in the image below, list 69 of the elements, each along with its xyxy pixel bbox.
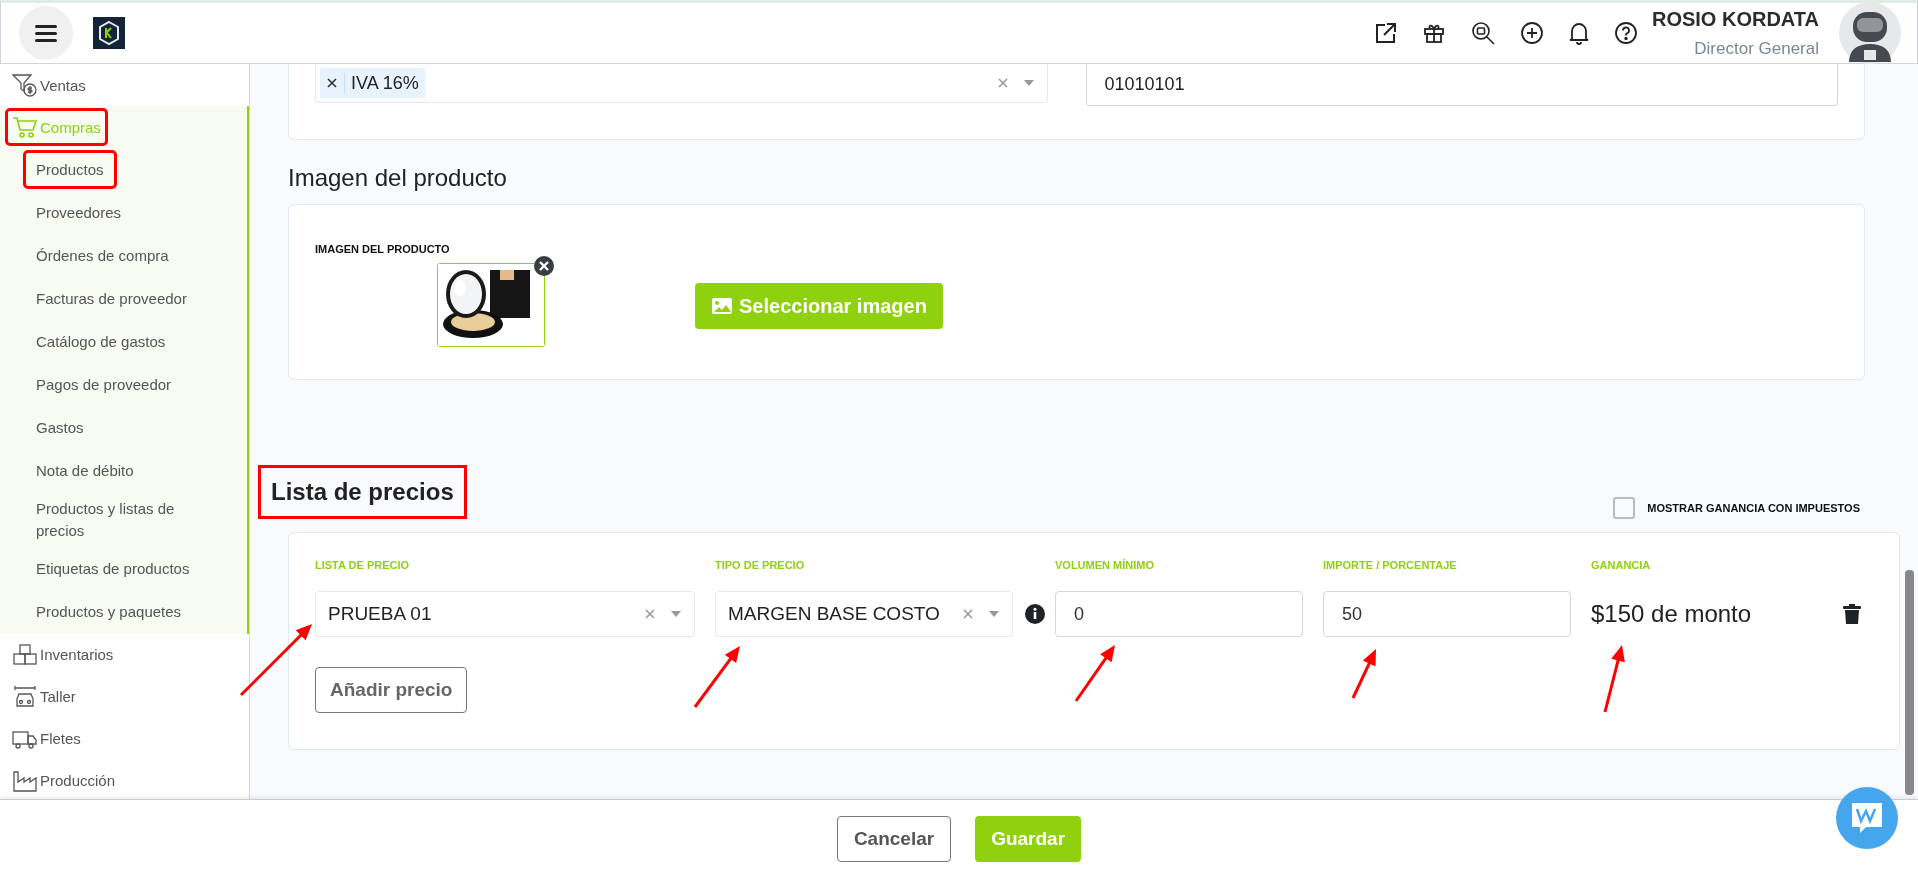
profit-value: $150 de monto: [1591, 600, 1752, 628]
tax-select[interactable]: IVA 16%: [315, 64, 1048, 103]
annotation-arrow: [1603, 645, 1625, 713]
sidebar-subitem[interactable]: Catálogo de gastos: [26, 324, 176, 359]
menu-icon: [35, 24, 57, 42]
info-icon[interactable]: [1025, 604, 1045, 624]
column-label: TIPO DE PRECIO: [715, 559, 806, 571]
sidebar-subitem[interactable]: Nota de débito: [26, 453, 144, 488]
caret-icon[interactable]: [670, 610, 682, 618]
sidebar-subitem[interactable]: Proveedores: [26, 195, 132, 230]
add-price-button[interactable]: Añadir precio: [315, 667, 468, 713]
column-label: GANANCIA: [1591, 559, 1652, 571]
caret-icon[interactable]: [1022, 79, 1035, 87]
sidebar-item[interactable]: Fletes: [8, 722, 85, 755]
chat-icon[interactable]: [1836, 787, 1898, 849]
sidebar-item[interactable]: Inventarios: [8, 638, 118, 671]
image-label: IMAGEN DEL PRODUCTO: [315, 243, 451, 255]
logo-icon[interactable]: [93, 17, 125, 49]
section-title: Lista de precios: [258, 465, 467, 519]
search-icon[interactable]: [1469, 20, 1496, 46]
column-label: IMPORTE / PORCENTAJE: [1323, 559, 1458, 571]
annotation-arrow: [1351, 649, 1376, 699]
image-icon: [711, 297, 733, 315]
sidebar-subitem[interactable]: Facturas de proveedor: [26, 281, 197, 316]
clear-icon[interactable]: [996, 77, 1009, 89]
menu-button[interactable]: [19, 6, 73, 60]
boxes-icon: [12, 642, 38, 667]
sidebar-subitem[interactable]: Etiquetas de productos: [26, 552, 200, 586]
sidebar-subitem[interactable]: Órdenes de compra: [26, 238, 179, 273]
code-field[interactable]: 01010101: [1085, 64, 1838, 106]
price-type-select[interactable]: MARGEN BASE COSTO: [715, 591, 1013, 637]
avatar-icon[interactable]: [1839, 2, 1901, 64]
sidebar-item[interactable]: Ventas: [8, 69, 90, 101]
add-icon[interactable]: [1519, 21, 1544, 45]
sidebar-subitem[interactable]: Productos y listas de precios: [26, 492, 206, 548]
clear-icon[interactable]: [644, 608, 656, 620]
sidebar-subitem[interactable]: Productos: [26, 152, 114, 187]
funnel-coin-icon: [12, 73, 38, 97]
help-icon[interactable]: [1613, 21, 1638, 45]
annotation-arrow: [693, 646, 740, 708]
sidebar-subitem[interactable]: Productos y paquetes: [26, 595, 192, 629]
checkbox-label: MOSTRAR GANANCIA CON IMPUESTOS: [1647, 502, 1860, 514]
user-role: Director General: [1694, 38, 1819, 59]
amount-field[interactable]: 50: [1323, 591, 1571, 637]
checkbox[interactable]: [1613, 497, 1636, 519]
caret-icon[interactable]: [988, 610, 1000, 618]
remove-icon[interactable]: [534, 256, 554, 276]
clear-icon[interactable]: [962, 608, 974, 620]
sidebar-item[interactable]: Producción: [8, 764, 120, 797]
column-label: LISTA DE PRECIO: [315, 559, 411, 571]
price-list-select[interactable]: PRUEBA 01: [315, 591, 695, 637]
section-title: Imagen del producto: [288, 164, 508, 192]
cart-icon: [12, 115, 38, 139]
trash-icon[interactable]: [1843, 604, 1861, 624]
factory-icon: [12, 768, 38, 793]
sidebar-subitem[interactable]: Gastos: [26, 410, 94, 445]
scrollbar[interactable]: [1905, 570, 1914, 795]
min-volume-field[interactable]: 0: [1055, 591, 1303, 637]
annotation-arrow: [1074, 645, 1115, 702]
car-wrench-icon: [12, 683, 38, 710]
user-name: ROSIO KORDATA: [1651, 7, 1819, 31]
remove-tag-icon[interactable]: [327, 78, 337, 88]
tax-tag[interactable]: IVA 16%: [320, 68, 425, 98]
sidebar-item[interactable]: Taller: [8, 679, 80, 714]
cancel-button[interactable]: Cancelar: [836, 815, 952, 862]
sidebar-subitem[interactable]: Pagos de proveedor: [26, 367, 182, 402]
column-label: VOLUMEN MÍNIMO: [1055, 559, 1155, 571]
external-link-icon[interactable]: [1373, 21, 1398, 45]
bell-icon[interactable]: [1567, 21, 1590, 45]
